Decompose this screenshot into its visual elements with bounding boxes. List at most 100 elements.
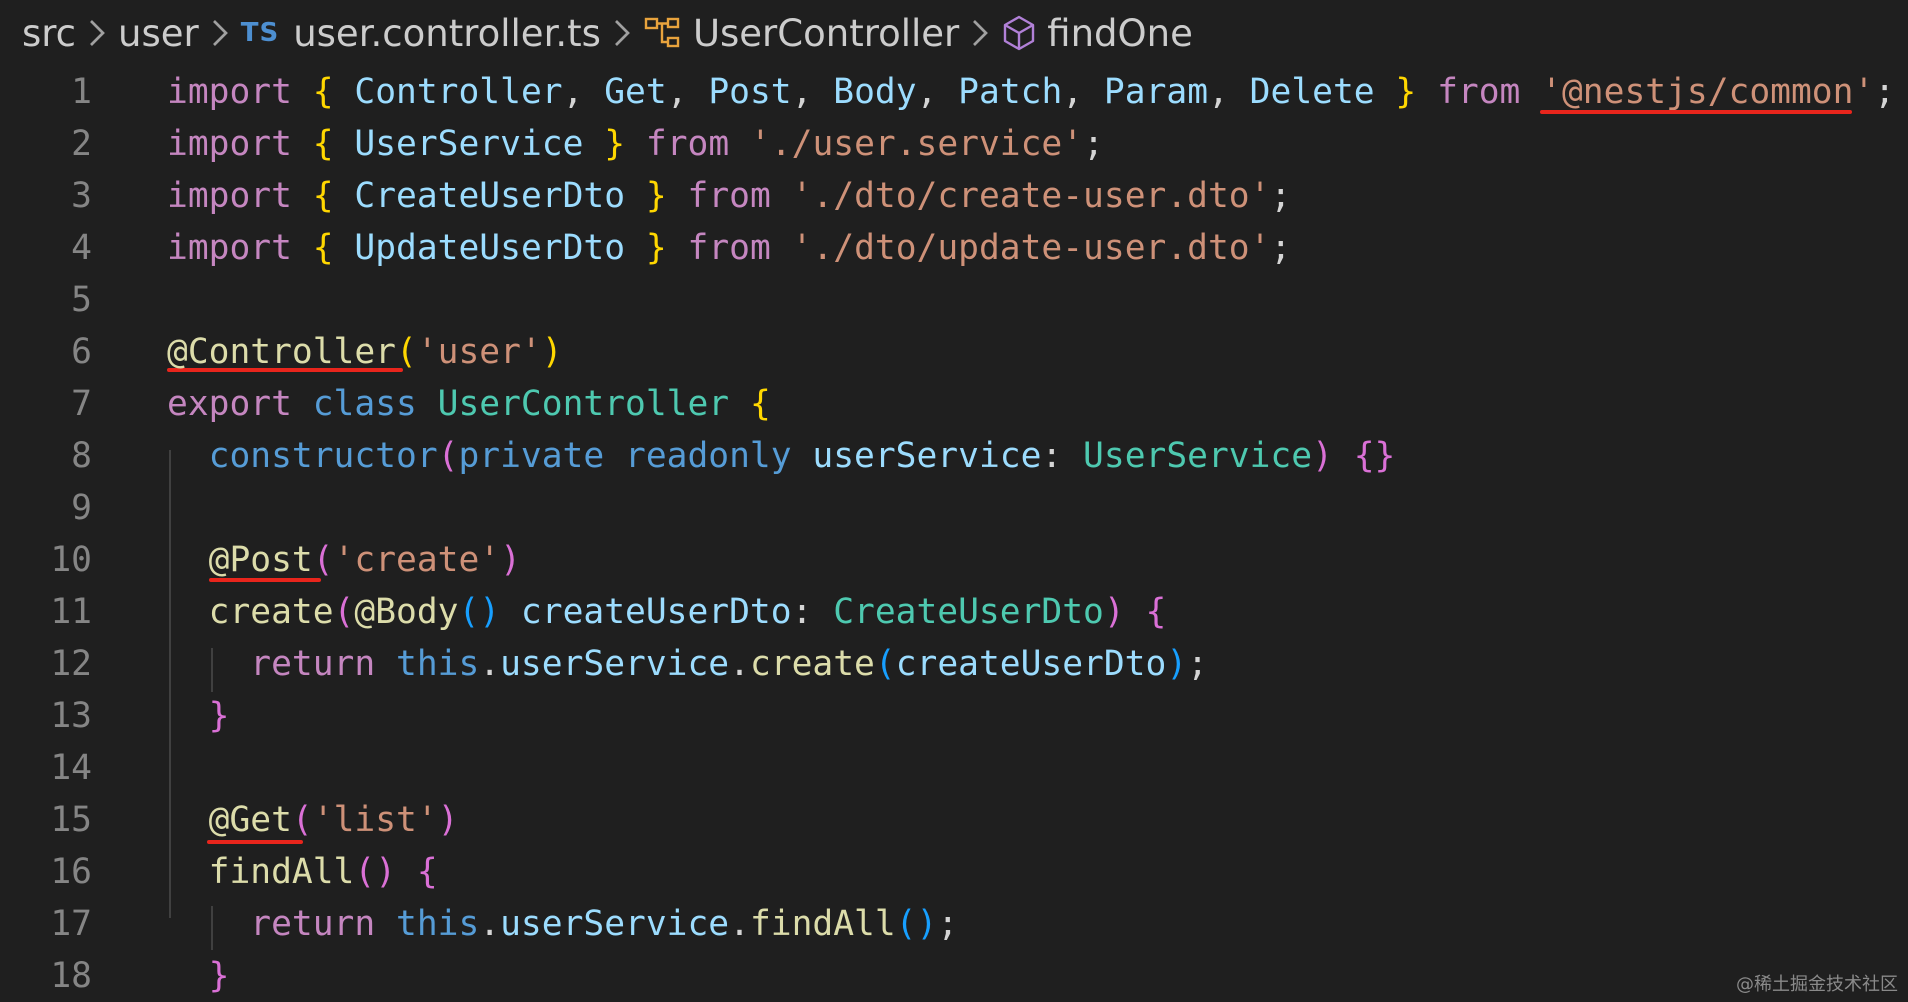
line-number: 7 <box>71 384 92 424</box>
code-line[interactable]: 8 constructor(private readonly userServi… <box>0 430 1908 482</box>
code-token: './user.service' <box>749 124 1084 164</box>
code-token: import <box>167 124 292 164</box>
code-token: Delete <box>1228 72 1375 112</box>
code-line[interactable]: 12 return this.userService.create(create… <box>0 638 1908 690</box>
breadcrumb-label: user <box>118 11 199 55</box>
code-line[interactable]: 2 import { UserService } from './user.ser… <box>0 118 1908 170</box>
breadcrumb-item-user[interactable]: user <box>118 12 199 55</box>
code-line[interactable]: 6 @Controller('user') <box>0 326 1908 378</box>
code-line[interactable]: 14 <box>0 742 1908 794</box>
code-token: 'create' <box>333 540 501 580</box>
code-text: import { CreateUserDto } from './dto/cre… <box>167 170 1291 222</box>
breadcrumb: src user TS user.controller.ts UserContr… <box>0 0 1908 66</box>
code-token: ; <box>1083 124 1104 164</box>
breadcrumb-label: user.controller.ts <box>293 11 601 55</box>
code-token: private <box>458 436 605 476</box>
breadcrumb-label: UserController <box>692 11 960 55</box>
code-token: : <box>1041 436 1063 476</box>
code-token: from <box>666 176 771 216</box>
code-token: ; <box>1187 644 1208 684</box>
breadcrumb-item-src[interactable]: src <box>22 12 76 55</box>
code-token: create <box>167 592 334 632</box>
line-number: 12 <box>50 644 92 684</box>
code-token: : <box>791 592 813 632</box>
code-token: } <box>167 696 230 736</box>
code-token: class <box>291 384 417 424</box>
code-editor[interactable]: 1 import { Controller, Get, Post, Body, P… <box>0 66 1908 1002</box>
line-number: 11 <box>50 592 92 632</box>
code-token: () <box>354 852 397 892</box>
code-token: UserService <box>333 124 584 164</box>
code-token: createUserDto <box>500 592 792 632</box>
breadcrumb-item-class[interactable]: UserController <box>643 12 959 55</box>
code-token: ) <box>500 540 521 580</box>
code-token: . <box>729 644 750 684</box>
code-line[interactable]: 5 <box>0 274 1908 326</box>
code-token: this <box>375 644 480 684</box>
code-line[interactable]: 7 export class UserController { <box>0 378 1908 430</box>
code-token: readonly <box>604 436 792 476</box>
code-token: , <box>666 72 688 112</box>
line-number: 18 <box>50 956 92 996</box>
code-line[interactable]: 18 } <box>0 950 1908 1002</box>
code-token: } <box>645 176 667 216</box>
code-line[interactable]: 9 <box>0 482 1908 534</box>
code-token: ( <box>874 644 896 684</box>
chevron-right-icon <box>969 18 991 48</box>
code-text: return this.userService.findAll(); <box>167 898 958 950</box>
code-text: create(@Body() createUserDto: CreateUser… <box>167 586 1167 638</box>
breadcrumb-item-method[interactable]: findOne <box>1001 12 1193 55</box>
chevron-right-icon <box>86 18 108 48</box>
code-token: ; <box>1270 176 1292 216</box>
code-token: { <box>312 124 334 164</box>
code-token: 'user' <box>416 332 542 372</box>
code-line[interactable]: 10 @Post('create') <box>0 534 1908 586</box>
code-token: { <box>416 852 438 892</box>
code-line[interactable]: 3 import { CreateUserDto } from './dto/cr… <box>0 170 1908 222</box>
line-number: 2 <box>71 124 92 164</box>
code-token: ( <box>333 592 355 632</box>
code-token: UserController <box>416 384 730 424</box>
breadcrumb-item-file[interactable]: TS user.controller.ts <box>241 12 601 55</box>
code-token: Get <box>583 72 667 112</box>
class-symbol-icon <box>643 15 683 51</box>
code-token: './dto/update-user.dto' <box>791 228 1271 268</box>
code-token: @Body <box>354 592 459 632</box>
breadcrumb-label: src <box>22 11 77 55</box>
code-token: export <box>167 384 292 424</box>
line-number: 14 <box>50 748 92 788</box>
code-line[interactable]: 16 findAll() { <box>0 846 1908 898</box>
code-token: Controller <box>333 72 563 112</box>
code-token: { <box>749 384 771 424</box>
code-token: . <box>479 644 501 684</box>
code-line[interactable]: 17 return this.userService.findAll(); <box>0 898 1908 950</box>
code-line[interactable]: 1 import { Controller, Get, Post, Body, P… <box>0 66 1908 118</box>
code-line[interactable]: 4 import { UpdateUserDto } from './dto/up… <box>0 222 1908 274</box>
code-line[interactable]: 15 @Get('list') <box>0 794 1908 846</box>
code-token: { <box>312 72 334 112</box>
code-text: @Controller('user') <box>167 326 563 378</box>
code-line[interactable]: 13 } <box>0 690 1908 742</box>
code-token: ( <box>291 800 313 840</box>
code-token: { <box>312 176 334 216</box>
code-token: create <box>749 644 875 684</box>
code-token: CreateUserDto <box>812 592 1104 632</box>
code-token: import <box>167 176 292 216</box>
code-line[interactable]: 11 create(@Body() createUserDto: CreateU… <box>0 586 1908 638</box>
code-token: userService <box>791 436 1042 476</box>
code-text: } <box>167 950 230 1002</box>
line-number: 17 <box>50 904 92 944</box>
code-token: , <box>1062 72 1084 112</box>
method-cube-icon <box>1001 14 1037 52</box>
code-token: @Get <box>167 800 292 840</box>
breadcrumb-label: findOne <box>1047 11 1193 55</box>
code-token: ; <box>1270 228 1292 268</box>
line-number: 13 <box>50 696 92 736</box>
line-number: 16 <box>50 852 92 892</box>
